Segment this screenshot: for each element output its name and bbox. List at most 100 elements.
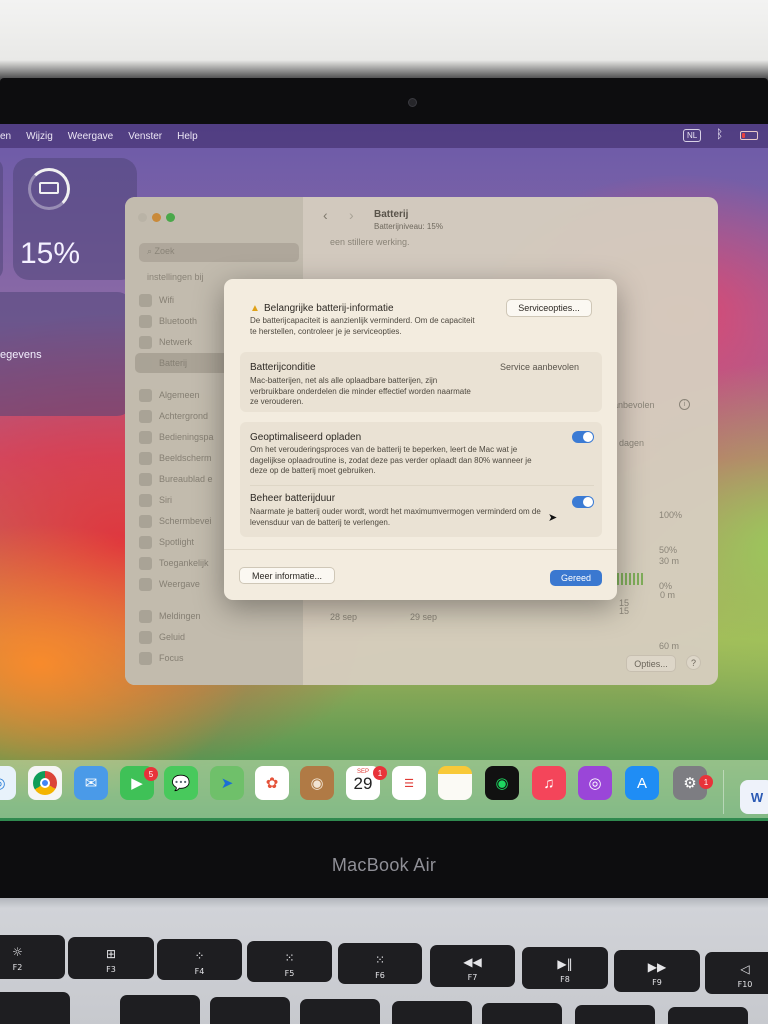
key-9[interactable] (575, 1005, 655, 1024)
key-f4[interactable]: ⁘ F4 (157, 939, 242, 980)
podcasts-icon[interactable]: ◎ (578, 766, 612, 800)
bg-text-50: 50% (659, 545, 678, 555)
wallpaper-icon (139, 409, 152, 423)
key-f9[interactable]: ▶▶ F9 (614, 950, 700, 992)
info-icon[interactable]: i (679, 399, 690, 410)
menu-wijzig[interactable]: Wijzig (26, 131, 53, 142)
menu-venster[interactable]: Venster (128, 131, 162, 142)
key-3[interactable] (0, 992, 70, 1024)
spotify-icon[interactable]: ◉ (485, 766, 519, 800)
menu-bar: en Wijzig Weergave Venster Help NL ᛒ (0, 124, 768, 148)
key-4[interactable] (120, 995, 200, 1024)
condition-value: Service aanbevolen (500, 362, 580, 372)
menu-weergave[interactable]: Weergave (68, 131, 113, 142)
manage-battery-toggle[interactable] (572, 496, 594, 508)
bg-date-2: 29 sep (410, 612, 438, 622)
menu-help[interactable]: Help (177, 131, 198, 142)
key-f7[interactable]: ◀◀ F7 (430, 945, 515, 987)
key-7[interactable] (392, 1001, 472, 1024)
key-8[interactable] (482, 1003, 562, 1024)
service-options-button[interactable]: Serviceopties... (506, 299, 592, 317)
bg-text-aanbevolen: anbevolen (613, 400, 655, 410)
spotlight-icon (139, 535, 152, 549)
key-6[interactable] (300, 999, 380, 1024)
screensaver-icon (139, 514, 152, 528)
focus-icon (139, 651, 152, 665)
warning-text: De batterijcapaciteit is aanzienlijk ver… (250, 316, 475, 336)
reminders-icon[interactable]: ☰ (392, 766, 426, 800)
key-f6[interactable]: ⁙ F6 (338, 943, 422, 984)
more-info-button[interactable]: Meer informatie... (239, 567, 335, 584)
minimize-button[interactable] (152, 213, 161, 222)
search-placeholder: Zoek (154, 246, 175, 256)
key-f5[interactable]: ⁙ F5 (247, 941, 332, 982)
photos-icon[interactable]: ✿ (255, 766, 289, 800)
screen: en Wijzig Weergave Venster Help NL ᛒ 15%… (0, 124, 768, 821)
contacts-icon[interactable]: ◉ (300, 766, 334, 800)
key-5[interactable] (210, 997, 290, 1024)
optimized-charging-toggle[interactable] (572, 431, 594, 443)
play-pause-icon: ▶‖ (557, 957, 573, 971)
mail-icon[interactable]: ✉ (74, 766, 108, 800)
condition-text: Mac-batterijen, net als alle oplaadbare … (250, 376, 471, 406)
key-0[interactable] (668, 1007, 748, 1024)
app-store-icon[interactable]: A (625, 766, 659, 800)
bg-tick-15b: 15 (619, 598, 630, 608)
bluetooth-icon (139, 314, 152, 328)
notes-icon[interactable] (438, 766, 472, 800)
battery-level-bars (617, 573, 645, 585)
keyboard-light-down-icon: ⁙ (284, 951, 295, 965)
battery-percent: 15% (20, 237, 81, 270)
mouse-cursor: ➤ (548, 512, 558, 524)
zoom-button[interactable] (166, 213, 175, 222)
key-f2[interactable]: ☼ F2 (0, 935, 65, 979)
control-center-icon (139, 430, 152, 444)
search-field[interactable]: ⌕ Zoek (139, 243, 299, 262)
network-icon (139, 335, 152, 349)
appearance-icon (139, 577, 152, 591)
sidebar-item-sound[interactable]: Geluid (139, 627, 299, 647)
fast-forward-icon: ▶▶ (647, 960, 667, 974)
accessibility-icon (139, 556, 152, 570)
options-button[interactable]: Opties... (626, 655, 676, 672)
menu-item-partial[interactable]: en (0, 131, 11, 142)
mission-control-icon: ⊞ (105, 947, 117, 961)
close-button[interactable] (138, 213, 147, 222)
wifi-icon (139, 293, 152, 307)
maps-icon[interactable]: ➤ (210, 766, 244, 800)
manage-battery-title: Beheer batterijduur (250, 493, 336, 504)
battery-icon (139, 356, 152, 370)
battery-status-icon[interactable] (740, 131, 758, 140)
keyboard-light-up-icon: ⁙ (374, 953, 386, 967)
key-f8[interactable]: ▶‖ F8 (522, 947, 608, 989)
bg-text-dagen: dagen (619, 438, 645, 448)
back-icon[interactable]: ‹ (323, 207, 328, 223)
rewind-icon: ◀◀ (463, 955, 482, 969)
bg-text-stiller: een stillere werking. (330, 237, 410, 247)
notifications-icon (139, 609, 152, 623)
launchpad-icon: ⁘ (194, 949, 205, 963)
sidebar-item-notifications[interactable]: Meldingen (139, 606, 299, 626)
messages-icon[interactable]: 💬 (164, 766, 198, 800)
optimized-charging-text: Om het verouderingsproces van de batteri… (250, 445, 532, 475)
word-icon[interactable]: W (740, 780, 768, 814)
input-source-badge[interactable]: NL (683, 129, 702, 142)
key-f10[interactable]: ◁ F10 (705, 952, 768, 994)
done-button[interactable]: Gereed (550, 570, 602, 586)
widget-text: egevens (0, 349, 42, 361)
bluetooth-icon[interactable]: ᛒ (716, 127, 723, 141)
siri-icon (139, 493, 152, 507)
sidebar-item-focus[interactable]: Focus (139, 648, 299, 668)
safari-icon[interactable]: ◎ (0, 766, 16, 800)
chrome-icon[interactable] (28, 766, 62, 800)
music-icon[interactable]: ♫ (532, 766, 566, 800)
facetime-badge: 5 (144, 767, 158, 781)
device-brand: MacBook Air (331, 855, 437, 875)
bg-date-1: 28 sep (330, 612, 358, 622)
forward-icon[interactable]: › (349, 207, 354, 223)
laptop-icon (39, 182, 59, 194)
warning-icon: ▲ (250, 303, 260, 314)
window-subtitle: Batterijniveau: 15% (374, 222, 443, 231)
help-button[interactable]: ? (686, 655, 701, 670)
key-f3[interactable]: ⊞ F3 (68, 937, 154, 979)
